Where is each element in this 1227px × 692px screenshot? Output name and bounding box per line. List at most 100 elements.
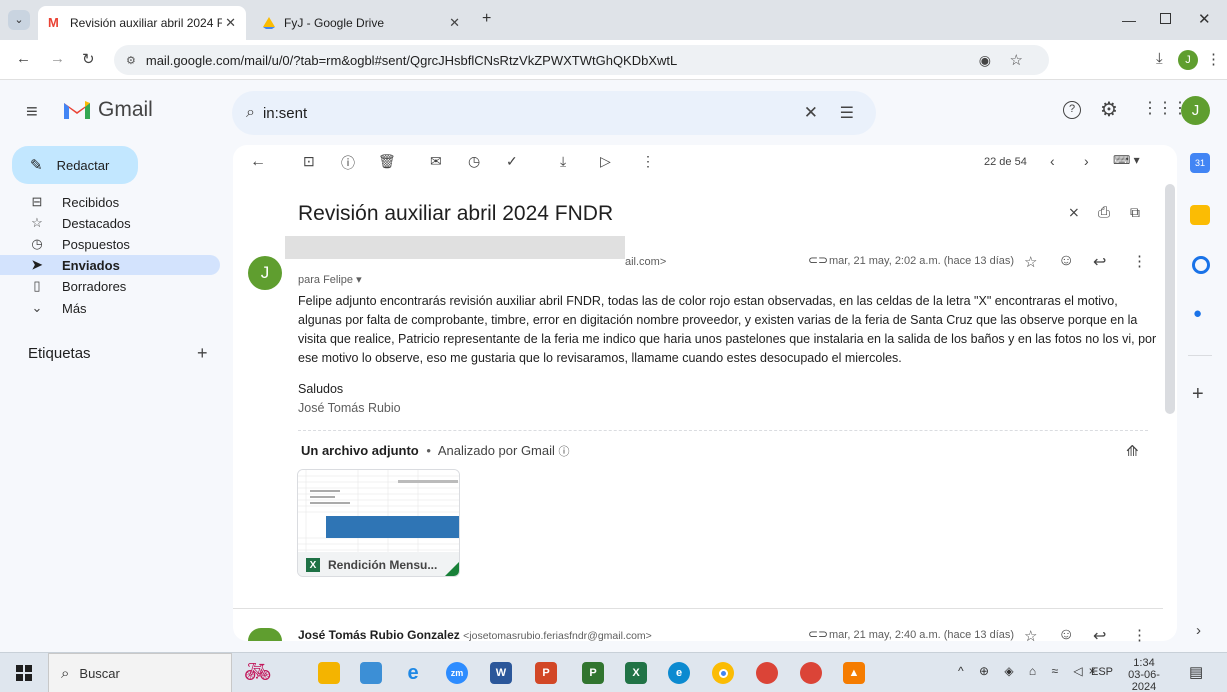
powerpoint-icon[interactable]: P: [535, 662, 557, 684]
sidebar-item-more[interactable]: ⌄ Más: [0, 298, 220, 318]
edge-icon[interactable]: e: [668, 662, 690, 684]
restore-icon[interactable]: [1160, 13, 1171, 24]
tab-search-button[interactable]: ⌄: [8, 10, 30, 30]
bicycle-widget-icon[interactable]: 🚲︎: [244, 659, 272, 685]
back-to-list-icon[interactable]: ←: [250, 153, 266, 171]
close-window-icon[interactable]: ✕: [1198, 10, 1211, 28]
info-icon[interactable]: ⓘ: [559, 446, 570, 458]
add-label-icon[interactable]: +: [197, 343, 208, 364]
address-bar[interactable]: ⚙ mail.google.com/mail/u/0/?tab=rm&ogbl#…: [114, 45, 1049, 75]
attachment-name: Rendición Mensu...: [328, 558, 438, 572]
internet-explorer-icon[interactable]: e: [402, 662, 424, 684]
show-side-panel-icon[interactable]: ›: [1196, 622, 1201, 639]
clock-date: 03-06-2024: [1128, 669, 1160, 692]
account-avatar[interactable]: J: [1181, 96, 1210, 125]
forward-icon[interactable]: →: [50, 50, 65, 67]
more-message-icon[interactable]: ⋮: [1132, 252, 1147, 270]
control-panel-icon[interactable]: [360, 662, 382, 684]
download-icon[interactable]: ⤓: [1156, 50, 1163, 67]
search-input[interactable]: in:sent: [263, 105, 307, 122]
close-tab-icon[interactable]: ✕: [449, 15, 460, 31]
star-message-icon[interactable]: ☆: [1024, 627, 1037, 645]
sidebar-item-starred[interactable]: ☆ Destacados: [0, 213, 220, 233]
tab-revision[interactable]: M Revisión auxiliar abril 2024 FND ✕: [38, 6, 246, 40]
main-menu-icon[interactable]: ≡: [26, 101, 38, 124]
app-orange-icon[interactable]: ▲: [843, 662, 865, 684]
move-to-icon[interactable]: ⤓: [560, 153, 566, 170]
site-info-icon[interactable]: ⚙: [126, 54, 136, 67]
profile-avatar[interactable]: J: [1178, 50, 1198, 70]
label-icon[interactable]: ▷: [600, 153, 611, 170]
sidebar-item-inbox[interactable]: ⊟ Recibidos: [0, 192, 220, 212]
next-sender-name: José Tomás Rubio Gonzalez: [298, 628, 460, 642]
star-message-icon[interactable]: ☆: [1024, 253, 1037, 271]
reload-icon[interactable]: ↻: [82, 50, 95, 68]
eye-icon[interactable]: ◉: [979, 52, 991, 69]
archive-icon[interactable]: ⊡: [303, 153, 315, 170]
chrome-center-icon: [718, 668, 728, 678]
clock-time: 1:34: [1133, 657, 1155, 669]
calendar-icon[interactable]: 31: [1190, 153, 1210, 173]
chrome-profile-2-icon[interactable]: [800, 662, 822, 684]
print-icon[interactable]: ⎙: [1098, 204, 1110, 221]
tab-drive[interactable]: FyJ - Google Drive ✕: [252, 6, 470, 40]
snooze-icon[interactable]: ◷: [468, 153, 480, 170]
dot-separator: •: [426, 443, 431, 458]
get-addons-icon[interactable]: +: [1192, 383, 1204, 406]
tasks-icon[interactable]: [1192, 256, 1210, 274]
attachment-card[interactable]: X Rendición Mensu...: [297, 469, 460, 577]
collapse-all-icon[interactable]: ⨯: [1068, 204, 1080, 221]
sidebar-item-sent[interactable]: ➤ Enviados: [0, 255, 220, 275]
reply-icon[interactable]: ↩: [1093, 626, 1106, 646]
back-icon[interactable]: ←: [16, 50, 31, 67]
report-spam-icon[interactable]: ⓘ: [341, 153, 355, 173]
excel-icon[interactable]: X: [625, 662, 647, 684]
add-task-icon[interactable]: ✓: [506, 153, 518, 170]
help-icon[interactable]: ?: [1063, 101, 1081, 119]
search-options-icon[interactable]: ☰: [840, 103, 854, 123]
older-icon[interactable]: ›: [1084, 153, 1089, 169]
language-indicator[interactable]: ESP: [1091, 666, 1113, 678]
emoji-react-icon[interactable]: ☺: [1058, 626, 1074, 644]
project-icon[interactable]: P: [582, 662, 604, 684]
gmail-logo[interactable]: Gmail: [62, 98, 153, 122]
keep-icon[interactable]: [1190, 205, 1210, 225]
minimize-icon[interactable]: —: [1122, 12, 1136, 28]
chrome-profile-icon[interactable]: [756, 662, 778, 684]
search-icon[interactable]: ⌕: [246, 104, 255, 122]
sidebar-item-snoozed[interactable]: ◷ Pospuestos: [0, 234, 220, 254]
recipients-toggle[interactable]: para Felipe ▾: [298, 273, 362, 286]
url-text: mail.google.com/mail/u/0/?tab=rm&ogbl#se…: [145, 52, 678, 68]
newer-icon[interactable]: ‹: [1050, 153, 1055, 169]
file-explorer-icon[interactable]: [318, 662, 340, 684]
bookmark-star-icon[interactable]: ☆: [1010, 51, 1023, 69]
open-new-window-icon[interactable]: ⧉: [1130, 204, 1140, 221]
contacts-icon[interactable]: ●: [1193, 305, 1202, 322]
input-tools-icon[interactable]: ⌨ ▾: [1113, 153, 1140, 167]
word-icon[interactable]: W: [490, 662, 512, 684]
notifications-icon[interactable]: ▤: [1189, 663, 1203, 681]
close-tab-icon[interactable]: ✕: [225, 15, 236, 31]
browser-menu-icon[interactable]: ⋮: [1206, 50, 1221, 68]
reply-icon[interactable]: ↩: [1093, 252, 1106, 272]
windows-start-icon[interactable]: [16, 665, 32, 681]
emoji-react-icon[interactable]: ☺: [1058, 252, 1074, 270]
compose-button[interactable]: ✎ Redactar: [12, 146, 138, 184]
taskbar-search[interactable]: ⌕ Buscar: [48, 653, 232, 692]
clock[interactable]: 1:34 03-06-2024: [1118, 657, 1170, 692]
next-sender[interactable]: José Tomás Rubio Gonzalez <josetomasrubi…: [298, 628, 652, 642]
settings-gear-icon[interactable]: ⚙: [1100, 97, 1118, 122]
zoom-icon[interactable]: zm: [446, 662, 468, 684]
system-tray-icons[interactable]: ^ ⊕ ◈ ⌂ ≈ ◁×: [958, 664, 1102, 678]
search-bar[interactable]: ⌕ in:sent ✕ ☰: [232, 91, 876, 135]
sidebar-item-drafts[interactable]: ▯ Borradores: [0, 276, 220, 296]
new-tab-button[interactable]: +: [482, 10, 491, 28]
mark-unread-icon[interactable]: ✉: [430, 153, 442, 170]
more-message-icon[interactable]: ⋮: [1132, 626, 1147, 644]
add-to-drive-icon[interactable]: ⟰: [1126, 442, 1139, 460]
scrollbar-thumb[interactable]: [1165, 184, 1175, 414]
clear-search-icon[interactable]: ✕: [804, 103, 818, 123]
more-actions-icon[interactable]: ⋮: [641, 153, 655, 170]
chrome-icon[interactable]: [712, 662, 734, 684]
delete-icon[interactable]: 🗑︎: [378, 153, 396, 170]
